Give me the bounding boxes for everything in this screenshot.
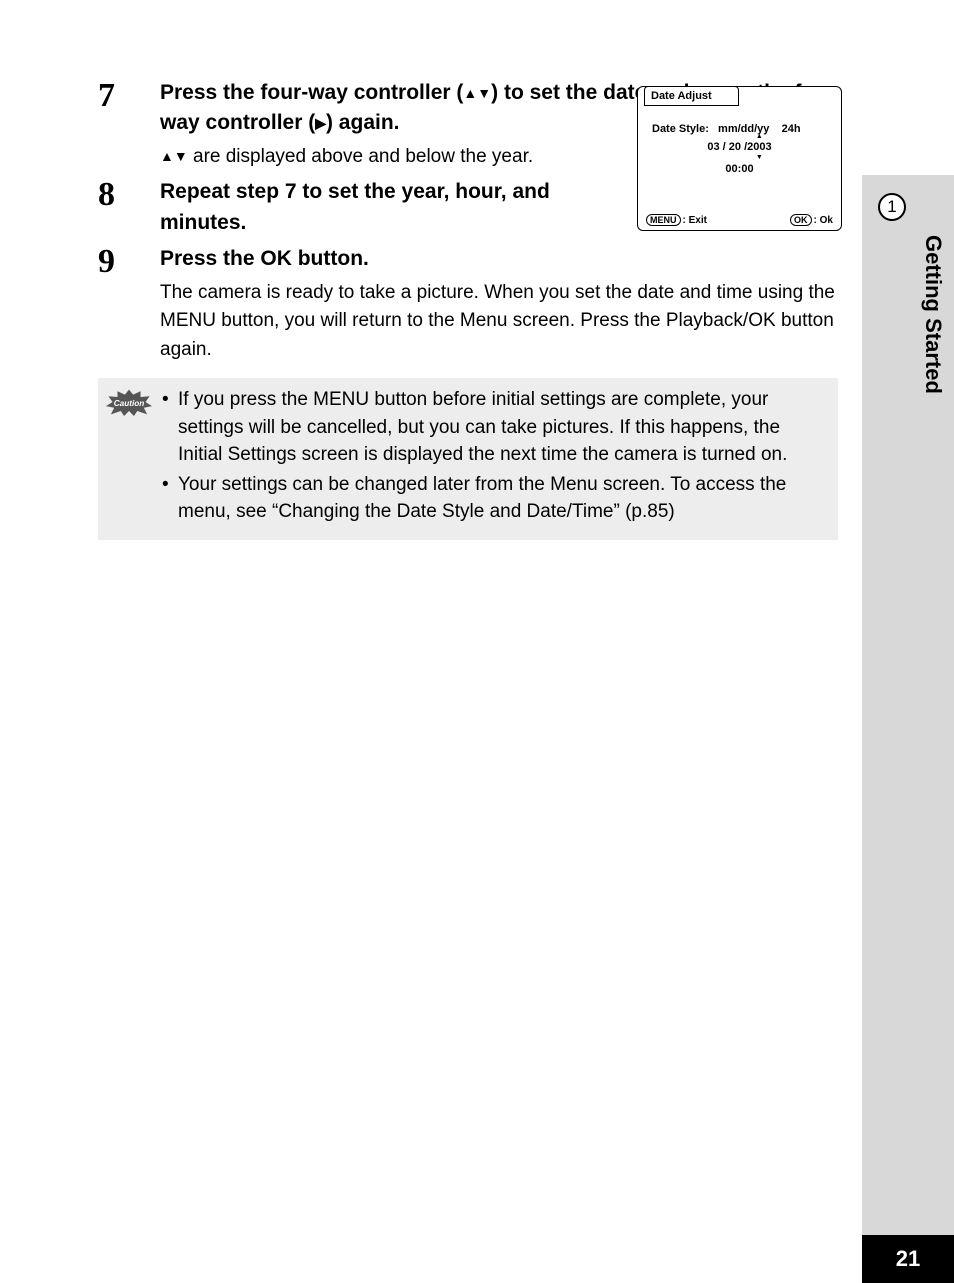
up-down-icon: ▲▼ (160, 148, 188, 164)
up-icon: ▲ (756, 133, 763, 140)
caution-list: If you press the MENU button before init… (160, 386, 828, 528)
lcd-footer: MENU: Exit OK: Ok (646, 214, 833, 226)
caution-item: Your settings can be changed later from … (160, 471, 828, 526)
text: ) again. (326, 111, 400, 134)
caution-block: Caution If you press the MENU button bef… (98, 378, 838, 540)
caution-burst-icon: Caution (104, 388, 154, 416)
date-day: 20 (729, 141, 741, 153)
manual-page: 7 Press the four-way controller (▲▼) to … (0, 0, 954, 1283)
text: are displayed above and below the year. (188, 146, 533, 167)
right-icon: ▶ (315, 115, 326, 131)
page-number: 21 (862, 1235, 954, 1283)
date-year-selected: ▲2003▼ (747, 141, 771, 153)
sep: / (720, 141, 729, 153)
exit-label: : Exit (683, 215, 707, 226)
caution-icon: Caution (98, 386, 160, 528)
step-title: Press the OK button. (160, 244, 843, 274)
section-number-badge: 1 (878, 193, 906, 221)
ok-button-label: OK (790, 214, 812, 226)
up-down-icon: ▲▼ (463, 85, 491, 101)
down-icon: ▼ (756, 154, 763, 161)
section-title: Getting Started (920, 235, 946, 394)
menu-exit: MENU: Exit (646, 214, 707, 226)
side-tab: 1 Getting Started 21 (862, 175, 954, 1283)
date-style-label: Date Style: (652, 123, 709, 135)
date-month: 03 (707, 141, 719, 153)
ok-label: : Ok (814, 215, 833, 226)
caution-label: Caution (114, 399, 145, 408)
lcd-screen-figure: Date Adjust Date Style: mm/dd/yy 24h 03 … (637, 86, 842, 231)
ok-ok: OK: Ok (790, 214, 833, 226)
caution-item: If you press the MENU button before init… (160, 386, 828, 469)
lcd-title-tab: Date Adjust (644, 86, 739, 106)
date-line: 03 / 20 /▲2003▼ (646, 141, 833, 153)
step-title: Repeat step 7 to set the year, hour, and… (160, 177, 620, 238)
step-body: Press the OK button. The camera is ready… (160, 244, 843, 364)
menu-button-label: MENU (646, 214, 681, 226)
step-paragraph: The camera is ready to take a picture. W… (160, 279, 843, 365)
date-style-line: Date Style: mm/dd/yy 24h (652, 123, 833, 135)
step-9: 9 Press the OK button. The camera is rea… (98, 244, 843, 364)
lcd-inner: Date Style: mm/dd/yy 24h 03 / 20 /▲2003▼… (638, 109, 841, 230)
step-number: 7 (98, 78, 160, 171)
time-value: 00:00 (646, 163, 833, 175)
step-number: 8 (98, 177, 160, 238)
text: Press the four-way controller ( (160, 81, 463, 104)
step-number: 9 (98, 244, 160, 364)
hour-mode: 24h (782, 123, 801, 135)
date-year-value: 2003 (747, 141, 771, 153)
